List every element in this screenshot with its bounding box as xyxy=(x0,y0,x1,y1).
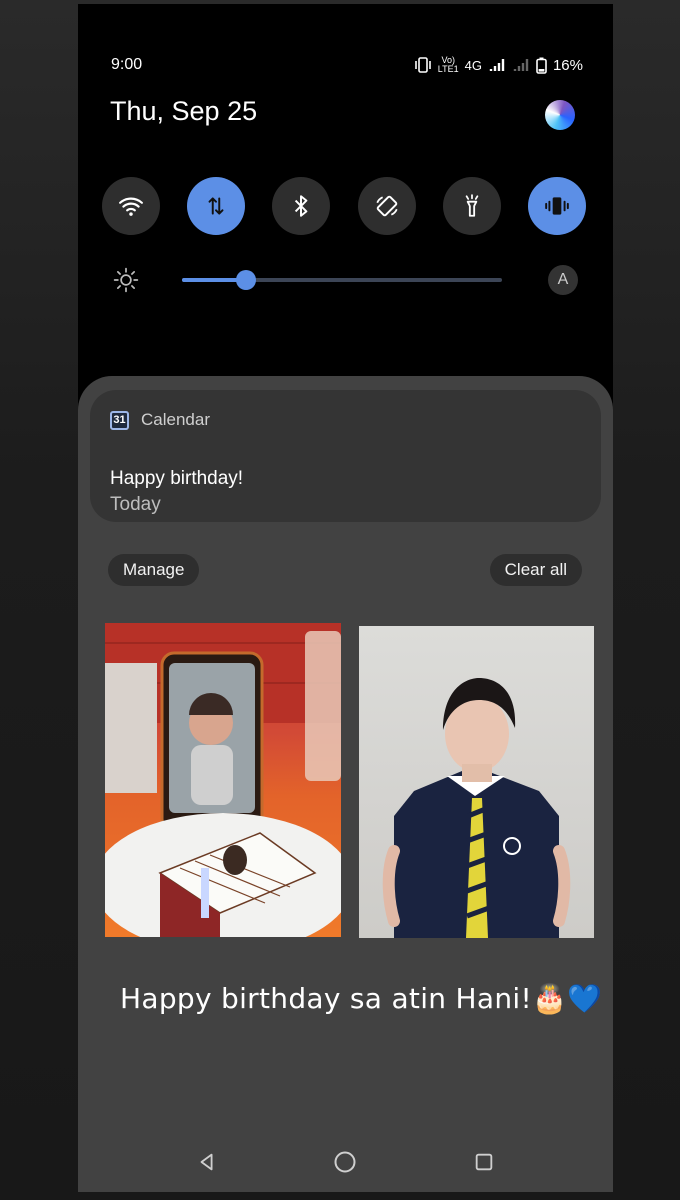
signal-sim2-icon xyxy=(513,59,529,71)
volte-icon: Vo) LTE1 xyxy=(437,55,459,74)
calendar-notification[interactable]: 31 Calendar Happy birthday! Today xyxy=(90,390,601,522)
back-button[interactable] xyxy=(192,1147,222,1177)
signal-icon xyxy=(489,59,505,71)
vibrate-icon xyxy=(545,197,569,215)
wifi-tile[interactable] xyxy=(102,177,160,235)
notification-header: 31 Calendar xyxy=(110,410,210,430)
notification-subtitle: Today xyxy=(110,494,161,515)
flashlight-tile[interactable] xyxy=(442,177,501,235)
network-type: 4G xyxy=(464,57,482,73)
battery-icon xyxy=(536,57,547,74)
bluetooth-tile[interactable] xyxy=(272,177,331,235)
recents-button[interactable] xyxy=(469,1147,499,1177)
notification-shade: 31 Calendar Happy birthday! Today Manage… xyxy=(78,376,613,1192)
notification-title: Happy birthday! xyxy=(110,468,244,489)
status-bar: 9:00 Vo) LTE1 4G 16% xyxy=(78,50,613,80)
notification-app-name: Calendar xyxy=(141,410,210,429)
vibrate-status-icon xyxy=(414,57,431,73)
navigation-bar xyxy=(78,1132,613,1192)
status-icons: Vo) LTE1 4G 16% xyxy=(414,56,583,74)
flashlight-icon xyxy=(465,194,479,217)
recents-square-icon xyxy=(475,1153,493,1171)
battery-percent: 16% xyxy=(552,56,583,74)
status-time: 9:00 xyxy=(111,56,143,73)
date-label: Thu, Sep 25 xyxy=(110,96,258,126)
brightness-knob[interactable] xyxy=(236,270,256,290)
phone-screen: 9:00 Vo) LTE1 4G 16% Thu, Sep 25 A 31 Ca… xyxy=(78,4,613,1192)
wifi-icon xyxy=(119,197,143,216)
clear-all-button[interactable]: Clear all xyxy=(489,554,582,586)
home-button[interactable] xyxy=(330,1147,360,1177)
back-triangle-icon xyxy=(200,1153,213,1171)
photo-boy-in-uniform xyxy=(359,626,594,938)
photo-phone-and-cake xyxy=(105,623,341,937)
data-arrows-icon xyxy=(208,197,224,215)
quick-settings-tiles xyxy=(102,177,586,235)
account-avatar[interactable] xyxy=(545,100,575,130)
manage-button[interactable]: Manage xyxy=(108,554,200,586)
calendar-icon: 31 xyxy=(110,410,129,430)
auto-brightness-button[interactable]: A xyxy=(548,265,578,295)
vibrate-tile[interactable] xyxy=(527,177,586,235)
brightness-slider[interactable] xyxy=(182,270,502,290)
brightness-icon xyxy=(108,262,144,298)
home-circle-icon xyxy=(334,1151,356,1173)
mobile-data-tile[interactable] xyxy=(187,177,246,235)
brightness-row: A xyxy=(108,262,578,298)
story-caption: Happy birthday sa atin Hani!🎂💙 xyxy=(120,982,603,1015)
bluetooth-icon xyxy=(295,195,308,217)
rotate-icon xyxy=(376,195,398,217)
auto-rotate-tile[interactable] xyxy=(357,177,416,235)
